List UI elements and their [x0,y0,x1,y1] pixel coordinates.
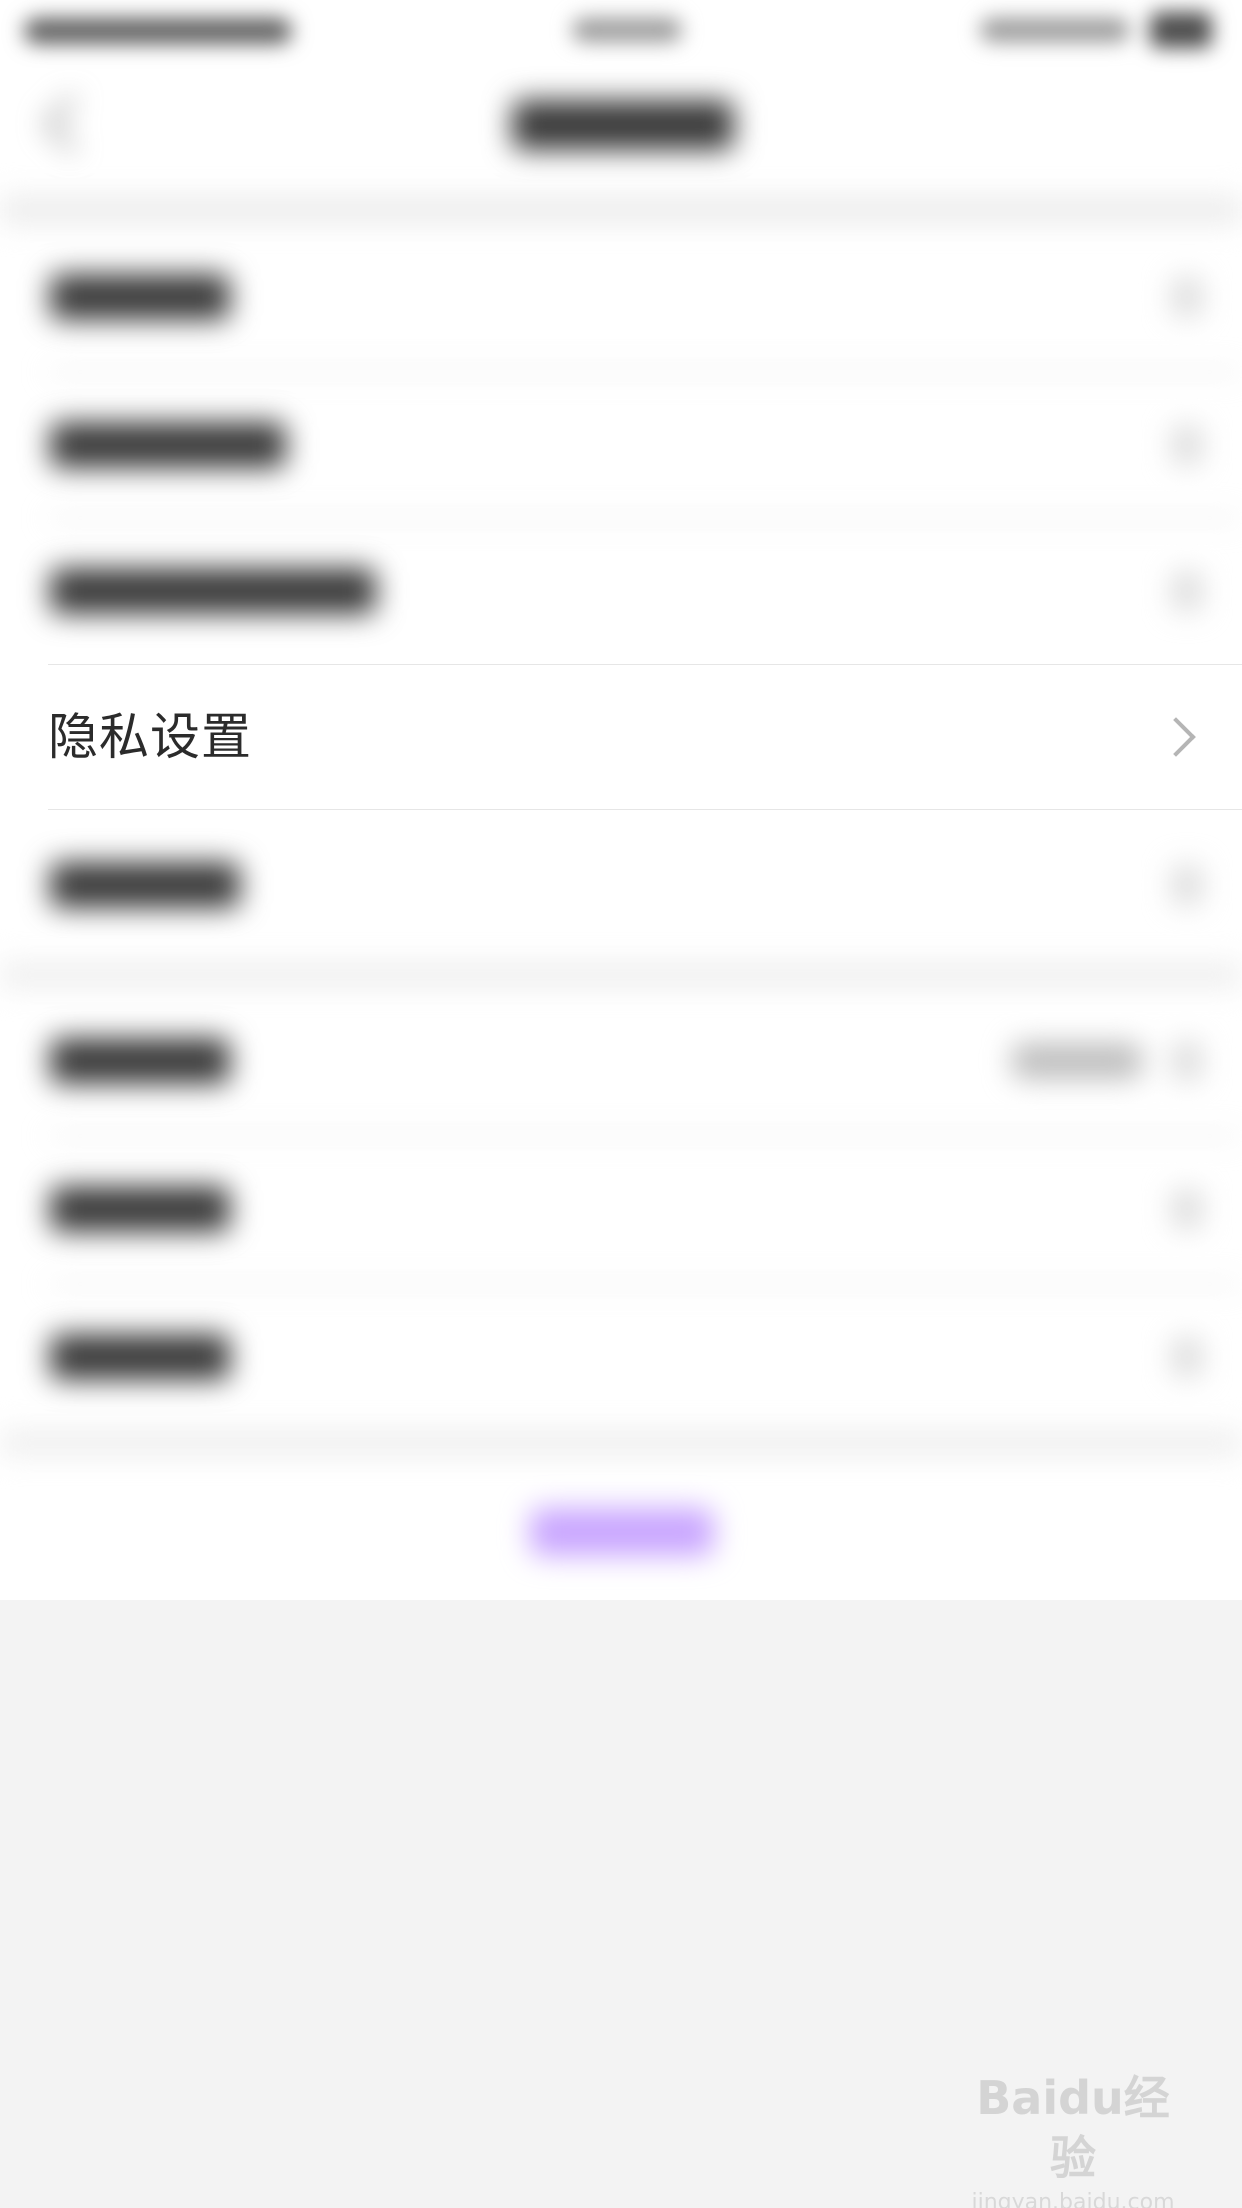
chevron-right-icon [1172,425,1202,465]
settings-row[interactable] [0,1284,1242,1430]
settings-row[interactable] [0,812,1242,958]
settings-panel: 隐私设置 [0,0,1242,1600]
settings-row-value [1012,1043,1142,1079]
chevron-right-icon [1172,865,1202,905]
settings-row-label [50,1334,230,1380]
nav-divider [0,196,1242,224]
privacy-settings-row[interactable]: 隐私设置 [0,664,1242,810]
settings-row-label [50,568,376,614]
back-arrow-icon[interactable] [43,95,101,153]
chevron-right-icon [1172,1041,1202,1081]
chevron-right-icon [1172,1189,1202,1229]
chevron-right-icon [1172,571,1202,611]
section-separator [0,962,1242,988]
status-carrier [24,18,292,44]
battery-icon [1150,12,1212,48]
divider [48,809,1242,810]
watermark-url: jingyan.baidu.com [971,2190,1175,2208]
chevron-right-icon [1172,277,1202,317]
settings-row[interactable] [0,224,1242,370]
settings-row[interactable] [0,1136,1242,1282]
settings-row[interactable] [0,518,1242,664]
settings-row[interactable] [0,372,1242,518]
settings-row-label [50,422,286,468]
page-title [512,100,734,150]
status-time [572,18,682,42]
settings-row-label [50,1186,230,1232]
status-indicators [980,18,1130,42]
section-separator [0,1430,1242,1456]
chevron-right-icon [1156,717,1196,757]
privacy-settings-label: 隐私设置 [48,708,252,766]
settings-screen: 隐私设置 Baidu经验 jingyan.baidu.com [0,0,1242,2208]
watermark-logo: Baidu经验 [976,2071,1170,2185]
baidu-watermark: Baidu经验 jingyan.baidu.com [958,2068,1188,2208]
settings-row-label [50,862,240,908]
logout-button[interactable] [530,1508,714,1556]
chevron-right-icon [1172,1337,1202,1377]
settings-row-label [50,274,230,320]
settings-row-label [50,1038,230,1084]
settings-row[interactable] [0,988,1242,1134]
